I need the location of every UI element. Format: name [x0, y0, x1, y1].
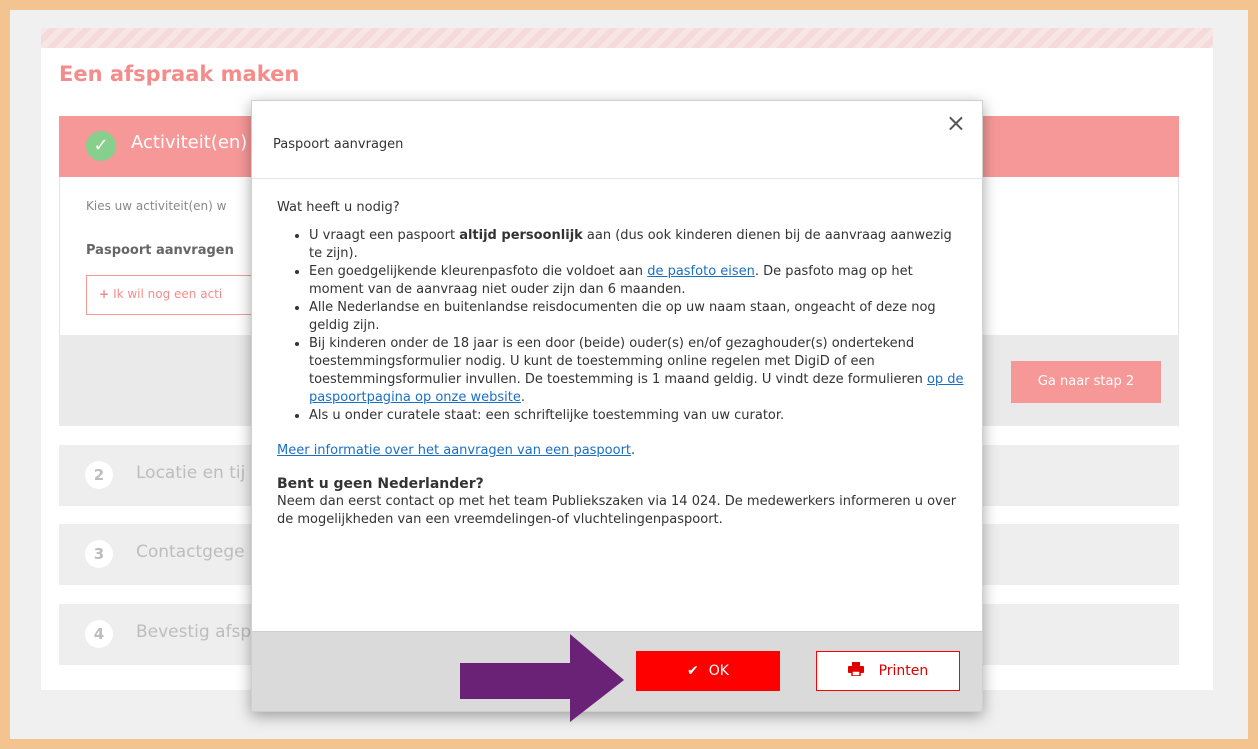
printer-icon	[847, 662, 869, 679]
header-image-strip	[41, 28, 1213, 48]
step-4-label: Bevestig afsp	[136, 622, 252, 642]
list-item-text: .	[520, 390, 525, 405]
modal-title: Paspoort aanvragen	[273, 137, 404, 152]
checkmark-icon: ✔	[687, 663, 699, 679]
photo-requirements-link[interactable]: de pasfoto eisen	[647, 264, 755, 279]
step-number: 2	[85, 461, 113, 489]
next-step-button[interactable]: Ga naar stap 2	[1011, 361, 1161, 403]
more-info-period: .	[631, 443, 636, 458]
list-item: U vraagt een paspoort altijd persoonlijk…	[309, 227, 967, 263]
modal-body: Wat heeft u nodig? U vraagt een paspoort…	[277, 199, 967, 529]
list-item: Bij kinderen onder de 18 jaar is een doo…	[309, 335, 967, 407]
print-button[interactable]: Printen	[816, 651, 960, 691]
emphasis-text: altijd persoonlijk	[459, 228, 583, 243]
modal-intro: Wat heeft u nodig?	[277, 200, 400, 215]
list-item-text: Als u onder curatele staat: een schrifte…	[309, 408, 785, 423]
list-item-text: U vraagt een paspoort	[309, 228, 460, 243]
step-1-hint: Kies uw activiteit(en) w	[86, 199, 227, 213]
step-1-label: Activiteit(en)	[131, 132, 248, 153]
foreign-title: Bent u geen Nederlander?	[277, 476, 484, 492]
list-item-text: Bij kinderen onder de 18 jaar is een doo…	[309, 336, 927, 387]
print-label: Printen	[878, 663, 929, 679]
page-title: Een afspraak maken	[59, 62, 300, 86]
check-icon: ✓	[86, 131, 116, 161]
more-info-line: Meer informatie over het aanvragen van e…	[277, 442, 967, 460]
step-2-label: Locatie en tij	[136, 463, 246, 483]
chosen-activity: Paspoort aanvragen	[86, 243, 234, 258]
list-item-text: Alle Nederlandse en buitenlandse reisdoc…	[309, 300, 936, 333]
arrow-icon	[460, 634, 624, 722]
requirements-list: U vraagt een paspoort altijd persoonlijk…	[309, 227, 967, 425]
step-3-label: Contactgege	[136, 542, 245, 562]
add-activity-label: Ik wil nog een acti	[113, 287, 223, 301]
step-number: 3	[85, 540, 113, 568]
passport-modal: Paspoort aanvragen × Wat heeft u nodig? …	[251, 100, 983, 712]
more-info-link[interactable]: Meer informatie over het aanvragen van e…	[277, 443, 631, 458]
ok-button[interactable]: ✔ OK	[636, 651, 780, 691]
list-item: Een goedgelijkende kleurenpasfoto die vo…	[309, 263, 967, 299]
ok-label: OK	[708, 663, 729, 679]
list-item: Alle Nederlandse en buitenlandse reisdoc…	[309, 299, 967, 335]
step-number: 4	[85, 620, 113, 648]
list-item: Als u onder curatele staat: een schrifte…	[309, 407, 967, 425]
modal-header: Paspoort aanvragen ×	[252, 101, 982, 179]
close-icon[interactable]: ×	[946, 111, 966, 135]
plus-icon: +	[99, 287, 110, 301]
list-item-text: Een goedgelijkende kleurenpasfoto die vo…	[309, 264, 648, 279]
foreign-text: Neem dan eerst contact op met het team P…	[277, 494, 957, 527]
